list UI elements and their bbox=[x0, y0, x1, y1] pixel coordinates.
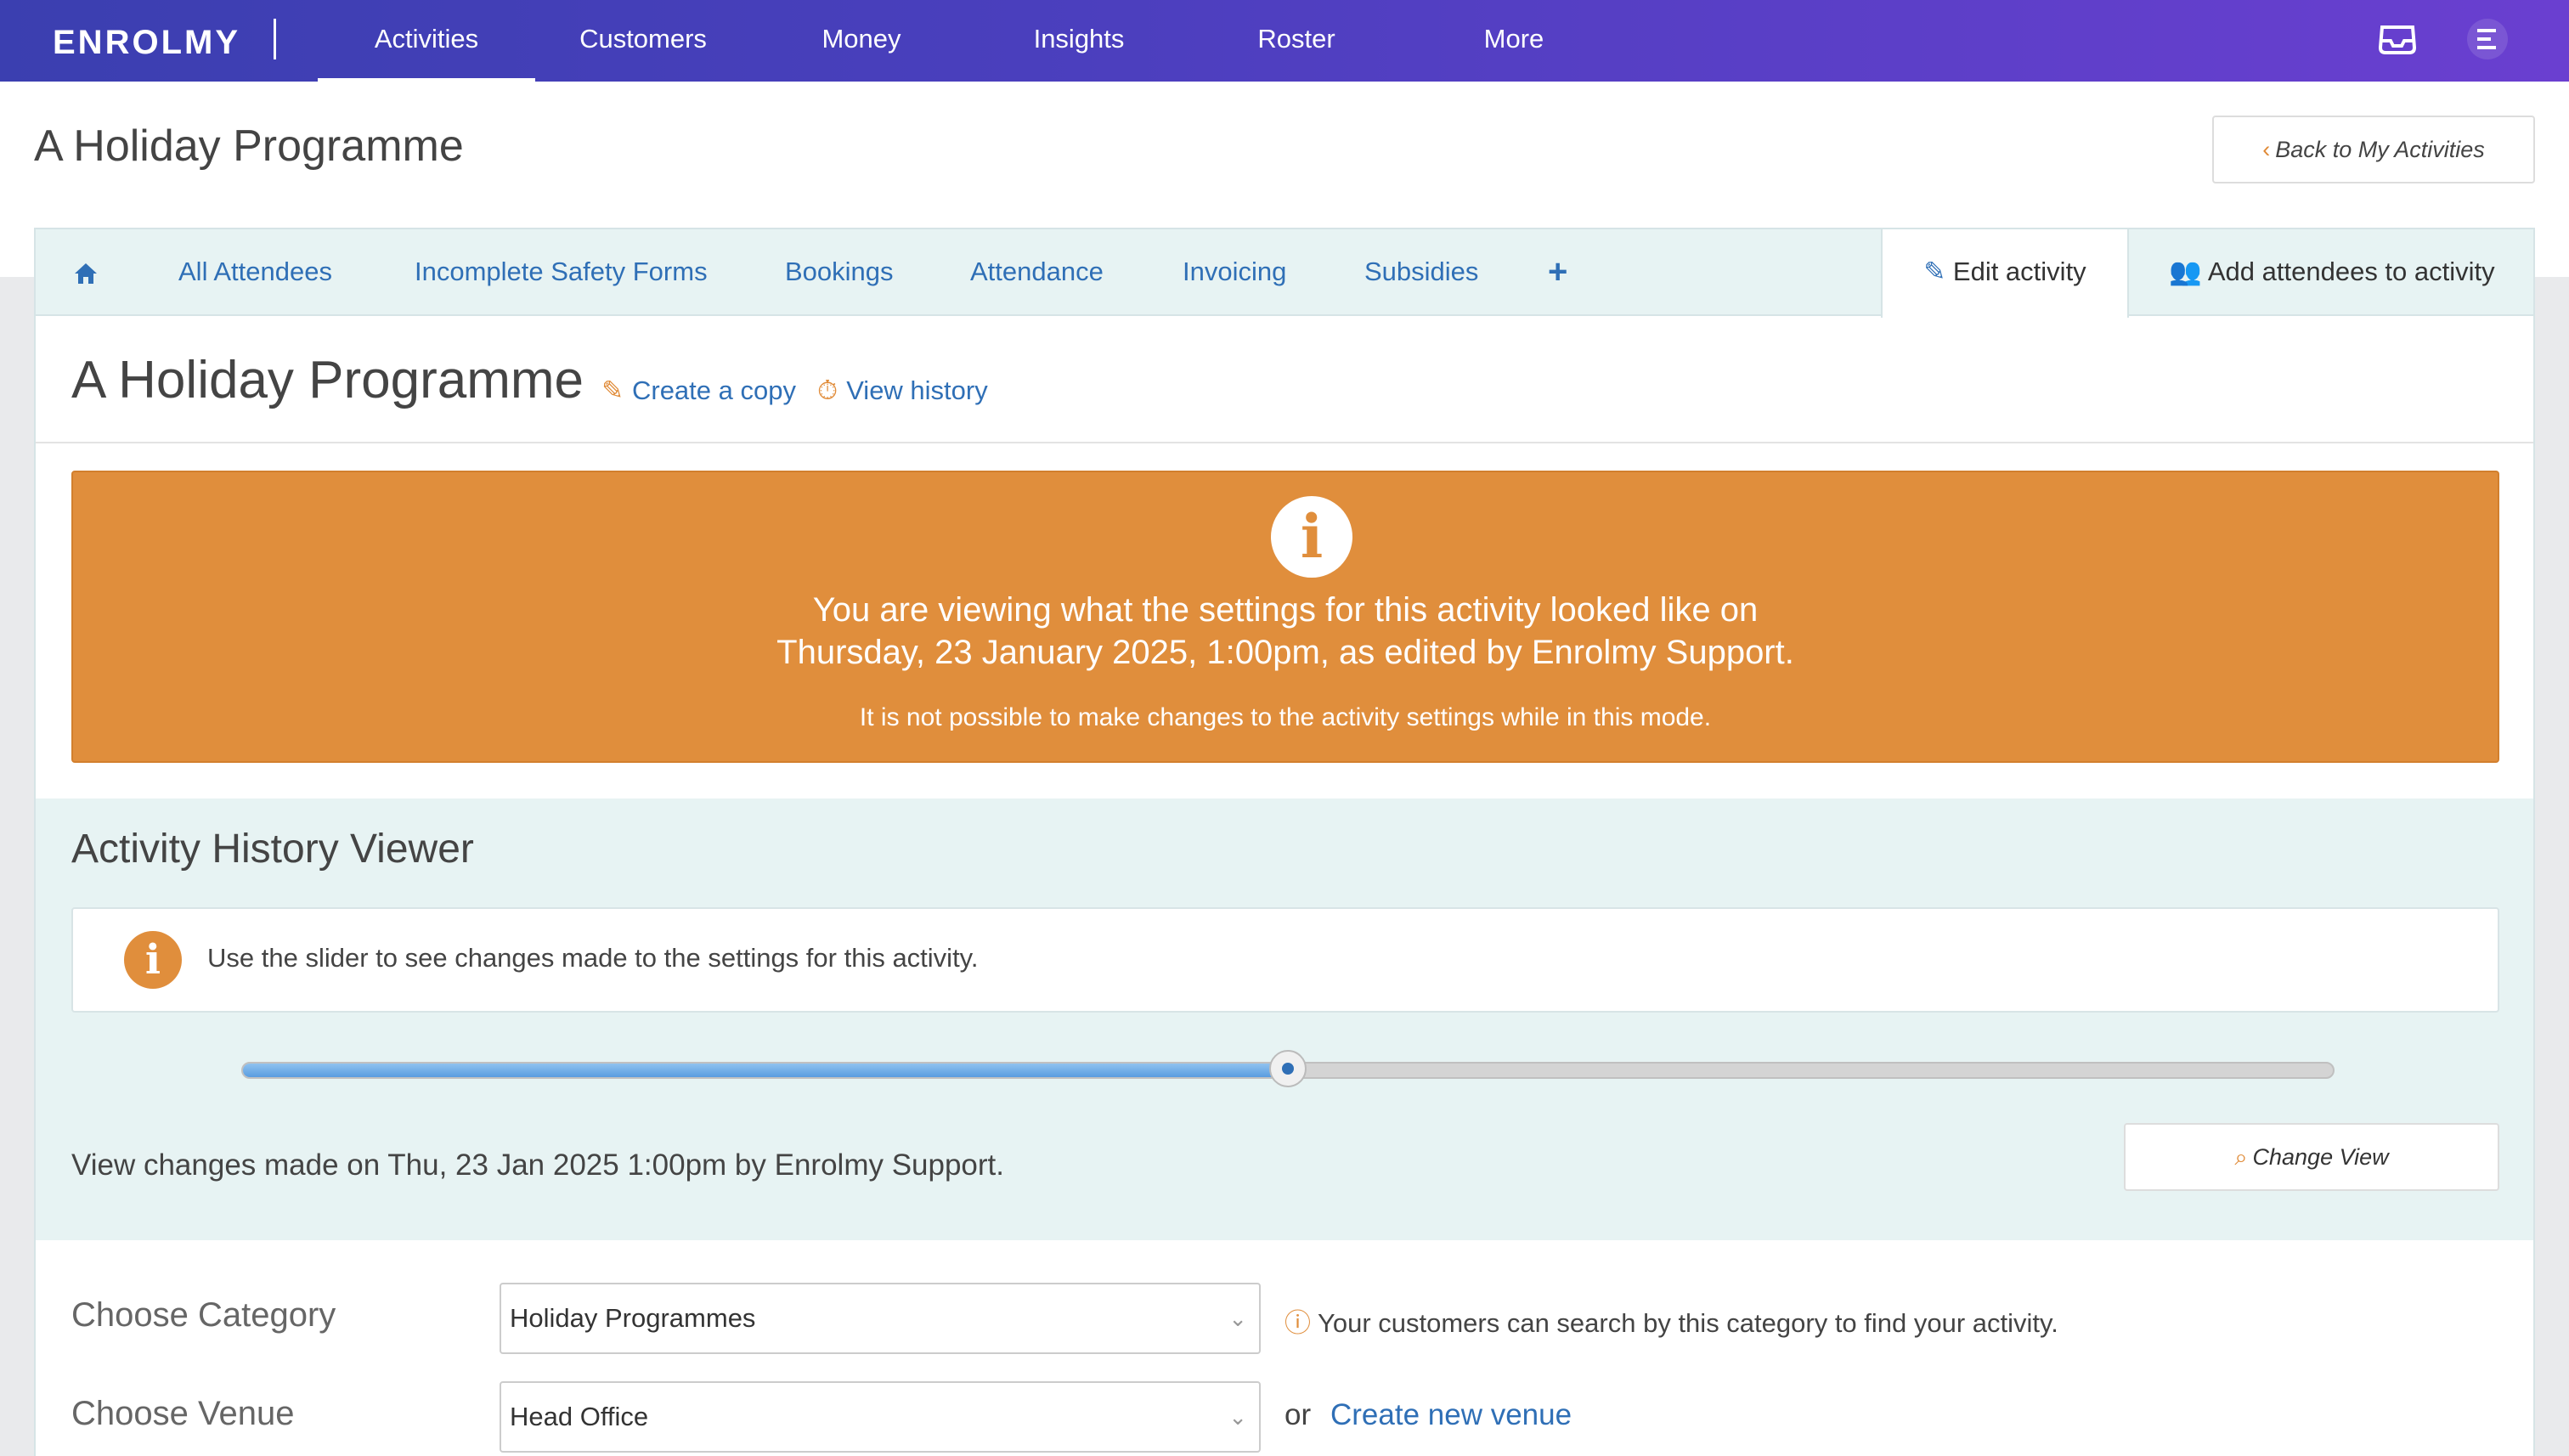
pencil-icon: ✎ bbox=[601, 375, 624, 405]
tab-incomplete-safety-forms[interactable]: Incomplete Safety Forms bbox=[415, 229, 708, 314]
create-copy-link[interactable]: ✎ Create a copy bbox=[601, 375, 796, 406]
home-tab[interactable] bbox=[73, 229, 99, 314]
top-navigation: ENROLMY Activities Customers Money Insig… bbox=[0, 0, 2569, 82]
home-icon bbox=[75, 262, 97, 284]
chevron-down-icon: ⌄ bbox=[1228, 1404, 1247, 1430]
banner-line-2: Thursday, 23 January 2025, 1:00pm, as ed… bbox=[776, 634, 1794, 671]
venue-value: Head Office bbox=[510, 1402, 649, 1431]
info-icon: i bbox=[1271, 496, 1352, 578]
tab-attendance[interactable]: Attendance bbox=[970, 229, 1104, 314]
add-tab-plus-icon[interactable]: + bbox=[1548, 229, 1567, 314]
category-hint-text: Your customers can search by this catego… bbox=[1318, 1308, 2058, 1338]
search-icon: ⌕ bbox=[2234, 1144, 2248, 1170]
nav-roster[interactable]: Roster bbox=[1203, 0, 1390, 82]
pencil-icon: ✎ bbox=[1923, 257, 1946, 286]
tab-invoicing[interactable]: Invoicing bbox=[1183, 229, 1286, 314]
logo-divider bbox=[274, 19, 276, 59]
nav-customers[interactable]: Customers bbox=[552, 0, 734, 82]
view-history-label: View history bbox=[846, 375, 988, 405]
info-icon: ⓘ bbox=[1284, 1308, 1311, 1338]
inbox-tray-icon[interactable] bbox=[2379, 22, 2416, 56]
view-history-link[interactable]: ⏱ View history bbox=[817, 375, 988, 407]
enrolmy-logo[interactable]: ENROLMY bbox=[53, 24, 240, 62]
activity-card: All Attendees Incomplete Safety Forms Bo… bbox=[34, 228, 2535, 1456]
nav-money[interactable]: Money bbox=[768, 0, 955, 82]
history-mode-banner: i You are viewing what the settings for … bbox=[71, 471, 2499, 763]
venue-select[interactable]: Head Office ⌄ bbox=[500, 1381, 1261, 1453]
history-slider-fill bbox=[243, 1064, 1290, 1077]
change-view-label: Change View bbox=[2252, 1144, 2389, 1170]
page-title: A Holiday Programme bbox=[34, 121, 464, 171]
tab-subsidies[interactable]: Subsidies bbox=[1364, 229, 1478, 314]
nav-activities[interactable]: Activities bbox=[318, 0, 535, 82]
divider bbox=[36, 442, 2533, 443]
viewer-title: Activity History Viewer bbox=[71, 827, 474, 872]
history-slider-handle[interactable] bbox=[1269, 1050, 1307, 1087]
category-hint: ⓘ Your customers can search by this categ… bbox=[1284, 1301, 2058, 1340]
category-label: Choose Category bbox=[71, 1296, 336, 1334]
category-value: Holiday Programmes bbox=[510, 1303, 756, 1333]
create-copy-label: Create a copy bbox=[631, 375, 796, 405]
nav-more[interactable]: More bbox=[1420, 0, 1607, 82]
add-attendees-label: Add attendees to activity bbox=[2207, 257, 2495, 286]
nav-insights[interactable]: Insights bbox=[985, 0, 1172, 82]
menu-icon[interactable] bbox=[2467, 19, 2508, 59]
viewer-info-box: i Use the slider to see changes made to … bbox=[71, 907, 2499, 1013]
back-to-activities-button[interactable]: ‹ Back to My Activities bbox=[2212, 116, 2535, 183]
tab-bookings[interactable]: Bookings bbox=[785, 229, 894, 314]
tab-add-attendees[interactable]: 👥 Add attendees to activity bbox=[2131, 229, 2533, 314]
back-button-label: Back to My Activities bbox=[2275, 137, 2485, 162]
changes-description: View changes made on Thu, 23 Jan 2025 1:… bbox=[71, 1148, 1005, 1182]
tab-all-attendees[interactable]: All Attendees bbox=[178, 229, 332, 314]
tab-edit-activity[interactable]: ✎ Edit activity bbox=[1881, 229, 2129, 318]
activity-title: A Holiday Programme bbox=[71, 351, 584, 409]
info-icon: i bbox=[124, 931, 182, 989]
viewer-info-text: Use the slider to see changes made to th… bbox=[207, 943, 979, 973]
activity-tabbar: All Attendees Incomplete Safety Forms Bo… bbox=[36, 229, 2533, 318]
chevron-down-icon: ⌄ bbox=[1228, 1306, 1247, 1331]
category-select[interactable]: Holiday Programmes ⌄ bbox=[500, 1283, 1261, 1354]
banner-line-3: It is not possible to make changes to th… bbox=[859, 703, 1712, 731]
or-text: or bbox=[1284, 1398, 1312, 1431]
edit-activity-label: Edit activity bbox=[1952, 257, 2086, 286]
activity-history-viewer: Activity History Viewer i Use the slider… bbox=[36, 799, 2533, 1240]
change-view-button[interactable]: ⌕ Change View bbox=[2124, 1123, 2499, 1191]
users-icon: 👥 bbox=[2169, 257, 2202, 286]
venue-label: Choose Venue bbox=[71, 1395, 295, 1432]
banner-line-1: You are viewing what the settings for th… bbox=[812, 591, 1759, 629]
chevron-left-icon: ‹ bbox=[2262, 137, 2271, 162]
create-new-venue-link[interactable]: Create new venue bbox=[1330, 1398, 1572, 1432]
clock-icon: ⏱ bbox=[817, 375, 838, 405]
